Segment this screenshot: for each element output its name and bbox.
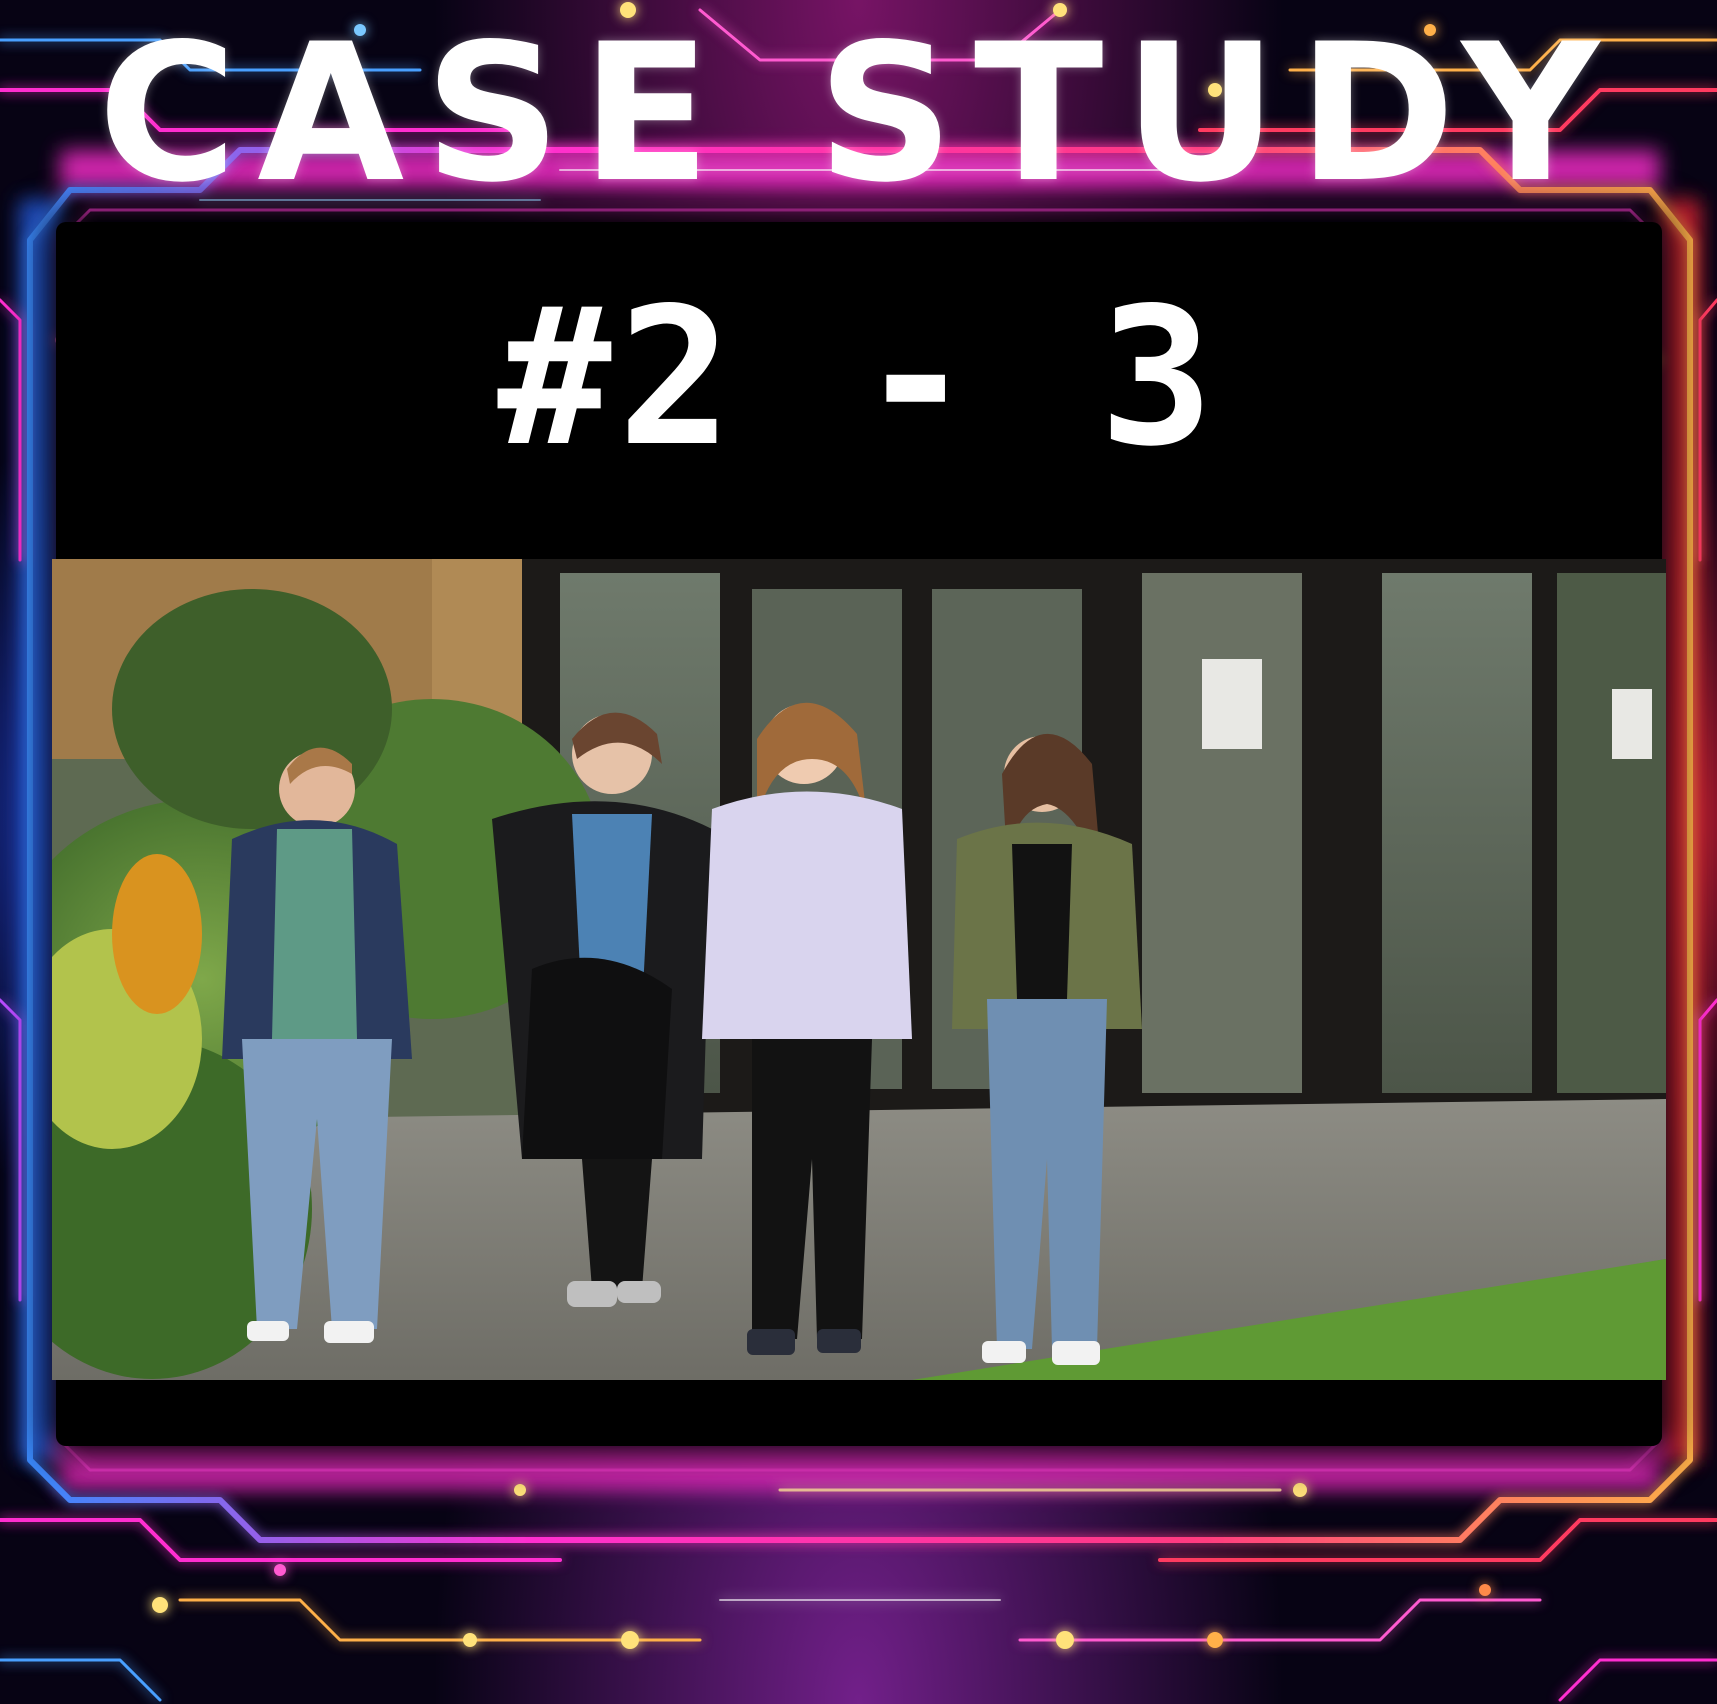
poster-title: CASE STUDY xyxy=(97,3,1620,224)
poster-subtitle: #2 - 3 xyxy=(497,267,1220,488)
students-photo xyxy=(52,559,1666,1380)
poster: CASE STUDY #2 - 3 xyxy=(0,0,1717,1704)
